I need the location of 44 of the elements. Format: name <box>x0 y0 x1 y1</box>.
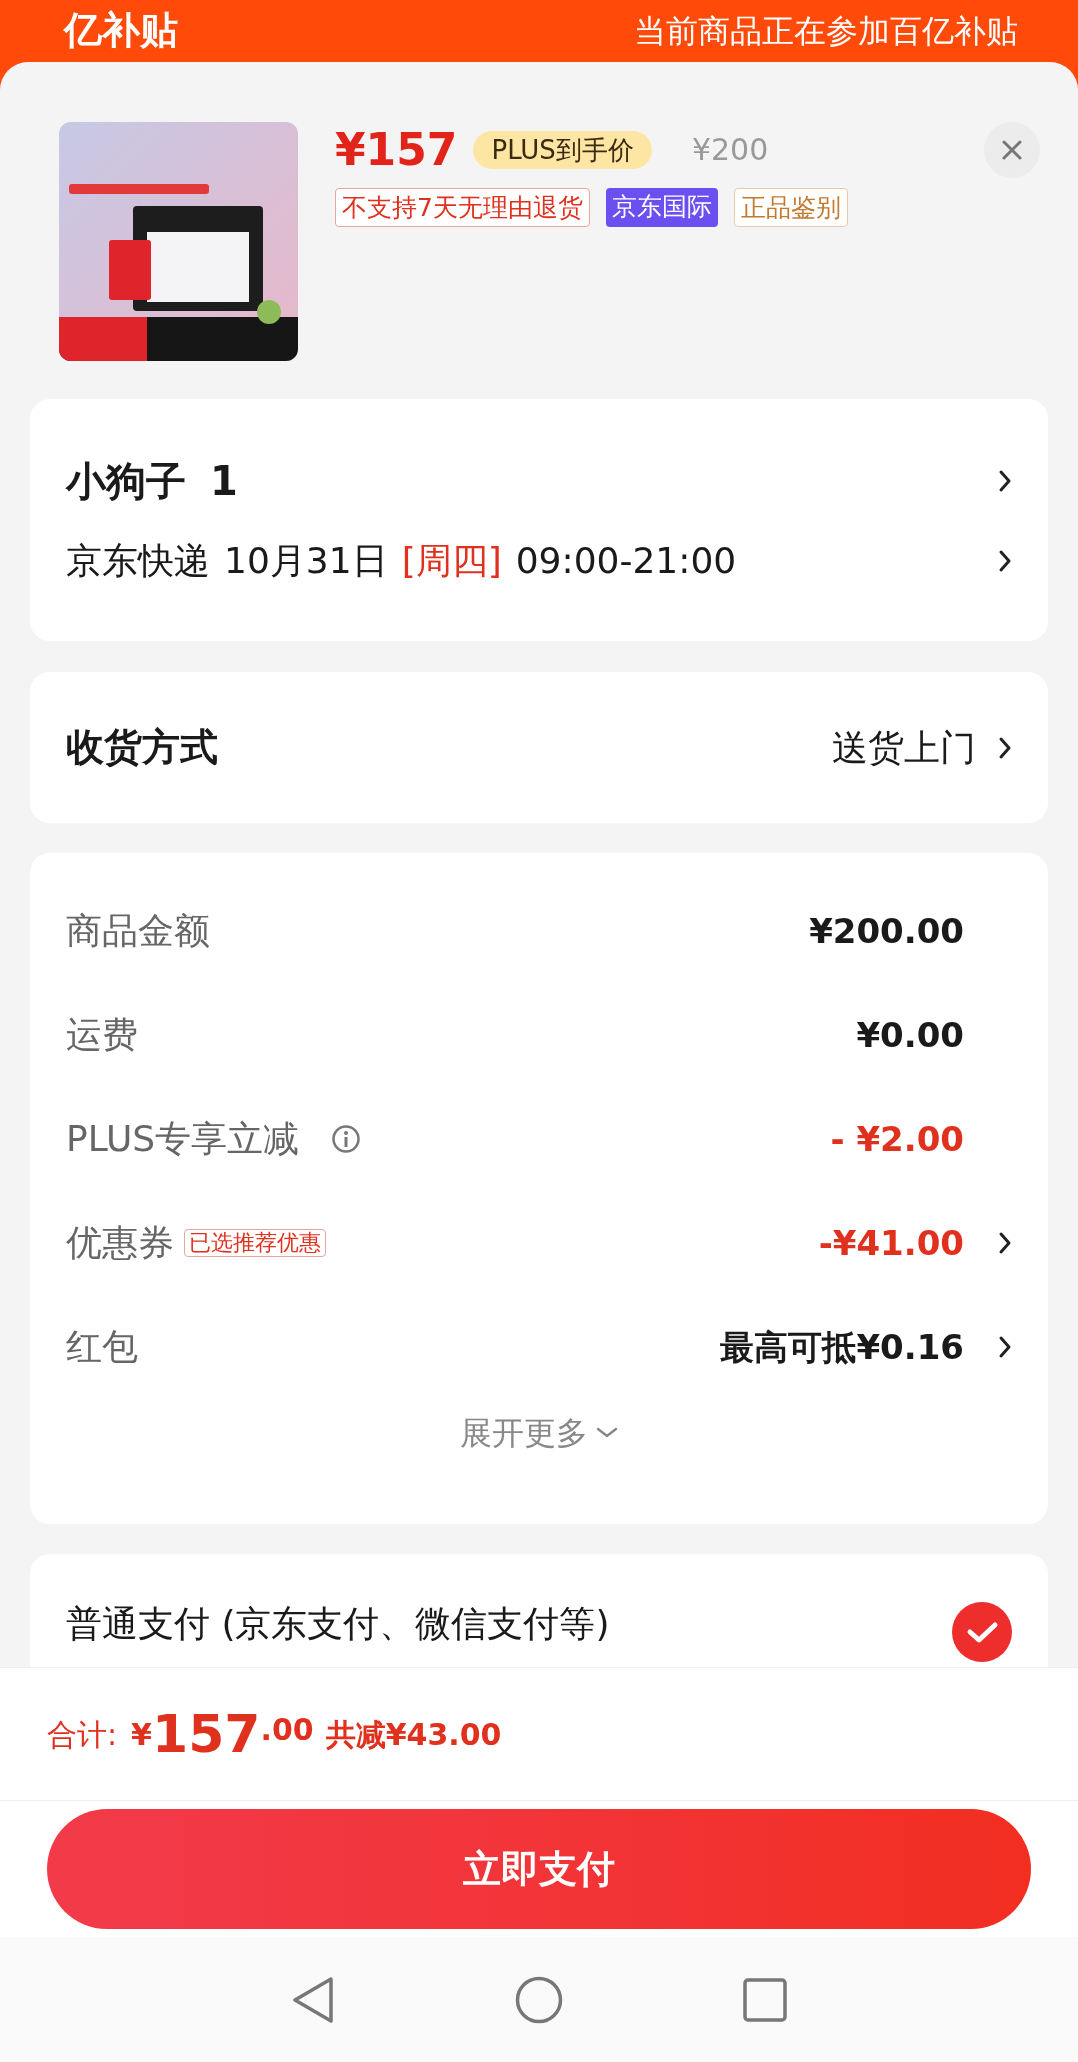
fee-value[interactable]: -¥41.00 <box>818 1217 964 1269</box>
shipping-label: 收货方式 <box>66 724 218 771</box>
chevron-icon <box>998 549 1012 573</box>
price: ¥157 <box>335 128 458 172</box>
fee-label: 商品金额 <box>66 909 210 953</box>
coupon-tag: 已选推荐优惠 <box>184 1229 326 1257</box>
total-currency: ¥ <box>131 1715 152 1754</box>
total-label: 合计: <box>47 1715 118 1754</box>
pay-button[interactable]: 立即支付 <box>47 1809 1031 1929</box>
recipient-name: 小狗子 <box>66 461 186 501</box>
fee-value: ¥0.00 <box>856 1013 964 1057</box>
fee-label: 运费 <box>66 1013 138 1057</box>
fee-value: ¥200.00 <box>809 909 964 953</box>
payment-option[interactable]: 普通支付 (京东支付、微信支付等) <box>66 1606 610 1642</box>
fee-label: 优惠券 <box>66 1221 174 1265</box>
chevron-icon <box>998 735 1012 760</box>
shipping-value[interactable]: 送货上门 <box>832 720 976 775</box>
chevron-down-icon <box>596 1427 618 1439</box>
fee-label: 红包 <box>66 1325 138 1369</box>
product-tag: 正品鉴别 <box>733 188 848 227</box>
total-decimal: .00 <box>260 1711 314 1749</box>
check-icon[interactable] <box>952 1602 1012 1662</box>
close-icon <box>1000 138 1024 162</box>
delivery-weekday: [周四] <box>401 543 502 579</box>
total-savings: 共减¥43.00 <box>325 1715 502 1754</box>
plus-badge: PLUS到手价 <box>473 131 652 169</box>
fee-label: PLUS专享立减 <box>66 1117 300 1161</box>
delivery-time: 09:00-21:00 <box>515 543 737 579</box>
promo-notice: 当前商品正在参加百亿补贴 <box>634 11 1018 51</box>
fee-value: - ¥2.00 <box>830 1117 964 1161</box>
original-price: ¥200 <box>691 135 769 165</box>
total-amount: 157 <box>152 1708 261 1760</box>
home-icon[interactable] <box>515 1975 563 2024</box>
recents-icon[interactable] <box>743 1977 787 2022</box>
chevron-icon <box>998 469 1012 493</box>
back-icon[interactable] <box>291 1975 335 2024</box>
recipient-number: 1 <box>210 461 238 501</box>
fee-value[interactable]: 最高可抵¥0.16 <box>720 1321 964 1373</box>
carrier: 京东快递 <box>66 543 210 579</box>
delivery-date: 10月31日 <box>224 543 388 579</box>
logo-text: 亿补贴 <box>62 7 179 55</box>
product-tag: 京东国际 <box>605 188 718 227</box>
product-tag: 不支持7天无理由退货 <box>335 188 590 227</box>
expand-more-button[interactable]: 展开更多 <box>460 1409 618 1457</box>
